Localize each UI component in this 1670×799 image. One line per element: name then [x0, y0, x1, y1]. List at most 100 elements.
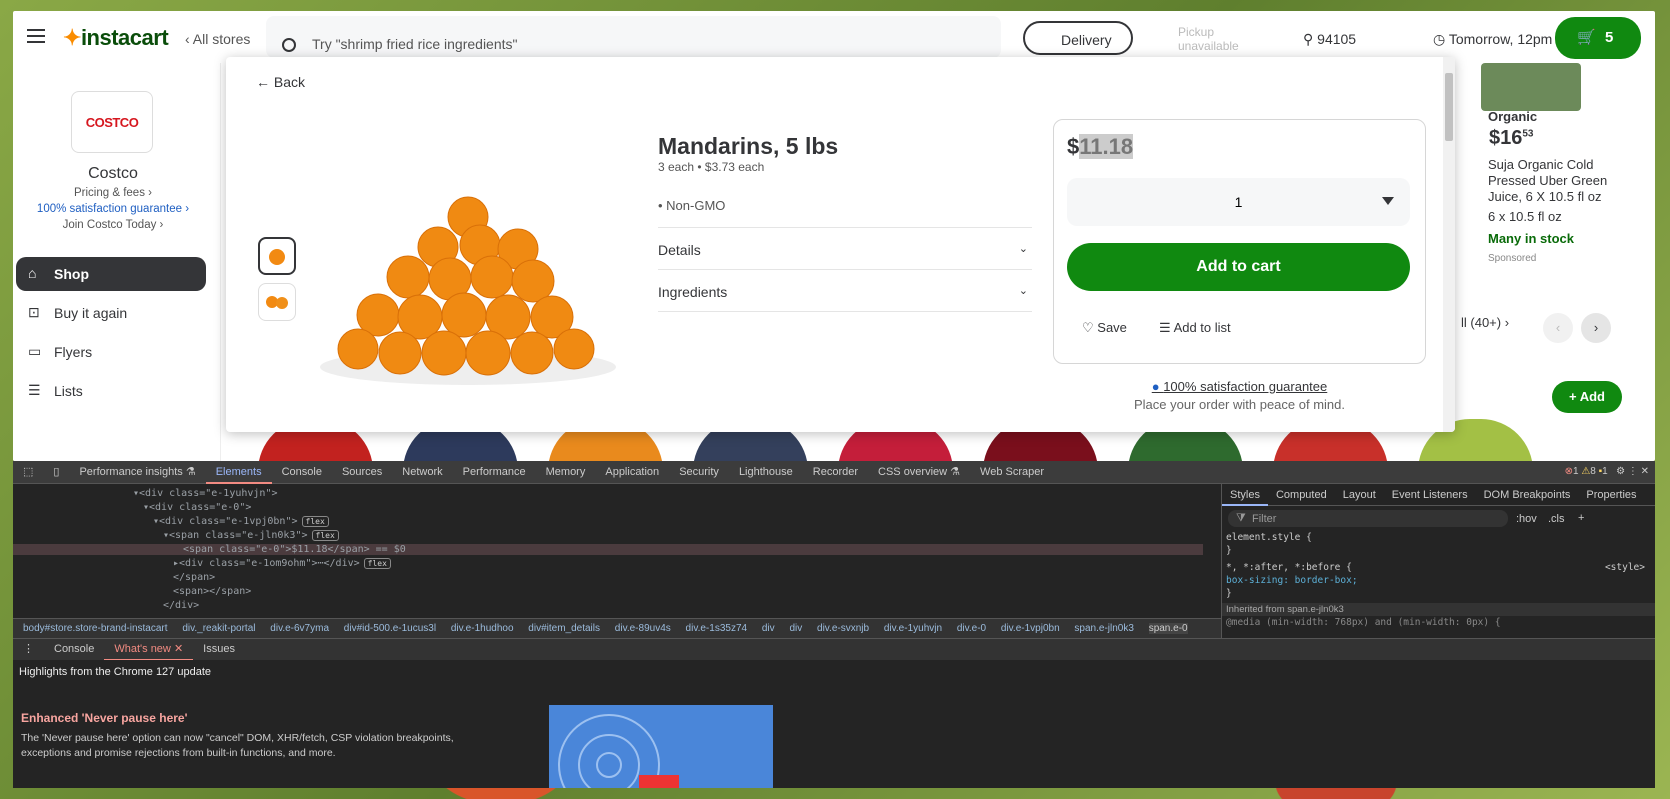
- dom-node[interactable]: <span></span>: [173, 586, 251, 597]
- dom-node[interactable]: ▸<div class="e-1om9ohm">⋯</div> flex: [173, 558, 391, 569]
- join-link[interactable]: Join Costco Today ›: [13, 219, 213, 231]
- feature-title[interactable]: Enhanced 'Never pause here': [21, 711, 187, 725]
- tab-elements[interactable]: Elements: [205, 461, 272, 484]
- dom-node[interactable]: ▾<div class="e-1yuhvjn">: [133, 488, 278, 499]
- hov-toggle[interactable]: :hov: [1516, 513, 1537, 525]
- quantity-select[interactable]: 1: [1067, 178, 1410, 226]
- new-rule-icon[interactable]: +: [1578, 512, 1584, 524]
- device-toggle-icon[interactable]: ▯: [43, 461, 69, 484]
- details-accordion[interactable]: Details ⌄: [658, 227, 1032, 270]
- all-stores-link[interactable]: ‹ All stores: [185, 31, 250, 47]
- breadcrumb-item[interactable]: div#item_details: [528, 623, 600, 634]
- scrollbar-thumb[interactable]: [1445, 73, 1453, 141]
- tab-styles[interactable]: Styles: [1222, 484, 1268, 506]
- tab-application[interactable]: Application: [595, 461, 669, 484]
- dom-node[interactable]: ▾<span class="e-jln0k3"> flex: [163, 530, 339, 541]
- store-logo[interactable]: COSTCO: [71, 91, 153, 153]
- breadcrumb-item-current[interactable]: span.e-0: [1148, 623, 1188, 634]
- breadcrumb-item[interactable]: div._reakit-portal: [182, 623, 255, 634]
- breadcrumb-item[interactable]: body#store.store-brand-instacart: [23, 623, 168, 634]
- pickup-toggle[interactable]: Pickup unavailable: [1148, 25, 1268, 53]
- nav-flyers[interactable]: ▭ Flyers: [16, 335, 206, 369]
- tab-layout[interactable]: Layout: [1335, 489, 1384, 501]
- drawer-tab-issues[interactable]: Issues: [193, 638, 245, 661]
- tab-lighthouse[interactable]: Lighthouse: [729, 461, 803, 484]
- style-declaration[interactable]: box-sizing: border-box;: [1222, 574, 1655, 587]
- menu-icon[interactable]: [27, 29, 45, 43]
- tab-properties[interactable]: Properties: [1578, 489, 1644, 501]
- prev-arrow-icon[interactable]: ‹: [1543, 313, 1573, 343]
- dom-node[interactable]: ▾<div class="e-1vpj0bn"> flex: [153, 516, 329, 527]
- thumbnail-1[interactable]: [258, 237, 296, 275]
- guarantee-link[interactable]: 100% satisfaction guarantee ›: [13, 203, 213, 215]
- inspect-icon[interactable]: ⬚: [13, 461, 43, 484]
- modal-scrollbar[interactable]: [1443, 57, 1455, 432]
- thumbnail-2[interactable]: [258, 283, 296, 321]
- drawer-tab-whats-new[interactable]: What's new ✕: [104, 638, 194, 661]
- next-arrow-icon[interactable]: ›: [1581, 313, 1611, 343]
- drawer-tab-console[interactable]: Console: [44, 638, 104, 661]
- tab-css-overview[interactable]: CSS overview ⚗: [868, 461, 970, 484]
- issue-counters[interactable]: ⊗1 ⚠8 ▪1 ⚙ ⋮ ✕: [1565, 466, 1649, 477]
- styles-filter-input[interactable]: ⧩ Filter: [1228, 510, 1508, 527]
- breadcrumb-item[interactable]: div.e-1hudhoo: [451, 623, 514, 634]
- tab-sources[interactable]: Sources: [332, 461, 392, 484]
- breadcrumb-item[interactable]: div.e-1s35z74: [686, 623, 748, 634]
- breadcrumb-item[interactable]: div.e-svxnjb: [817, 623, 869, 634]
- tab-memory[interactable]: Memory: [536, 461, 596, 484]
- dom-node[interactable]: </div>: [163, 600, 199, 611]
- settings-icon[interactable]: ⚙: [1616, 466, 1625, 477]
- close-icon[interactable]: ✕: [1641, 466, 1649, 477]
- tab-web-scraper[interactable]: Web Scraper: [970, 461, 1054, 484]
- view-all-link[interactable]: ll (40+) ›: [1461, 315, 1509, 330]
- add-button[interactable]: + Add: [1552, 381, 1622, 413]
- breadcrumb-item[interactable]: div.e-1vpj0bn: [1001, 623, 1060, 634]
- tab-recorder[interactable]: Recorder: [803, 461, 868, 484]
- tab-console[interactable]: Console: [272, 461, 332, 484]
- breadcrumb-item[interactable]: div: [789, 623, 802, 634]
- add-to-cart-button[interactable]: Add to cart: [1067, 243, 1410, 291]
- tab-security[interactable]: Security: [669, 461, 729, 484]
- dom-node[interactable]: ▾<div class="e-0">: [143, 502, 251, 513]
- flex-badge[interactable]: flex: [311, 530, 339, 541]
- delivery-time[interactable]: ◷ Tomorrow, 12pm: [1433, 31, 1552, 48]
- satisfaction-guarantee-link[interactable]: ● 100% satisfaction guarantee: [1053, 379, 1426, 394]
- breadcrumb-item[interactable]: div#id-500.e-1ucus3l: [344, 623, 436, 634]
- flex-badge[interactable]: flex: [301, 516, 329, 527]
- rule-source-link[interactable]: <style>: [1605, 561, 1645, 574]
- pricing-link[interactable]: Pricing & fees ›: [13, 187, 213, 199]
- breadcrumb-item[interactable]: div.e-6v7yma: [270, 623, 329, 634]
- search-input[interactable]: Try "shrimp fried rice ingredients": [266, 16, 1001, 58]
- close-tab-icon[interactable]: ✕: [174, 643, 183, 655]
- style-rule-universal[interactable]: *, *:after, *:before {<style>: [1222, 561, 1655, 574]
- breadcrumb-item[interactable]: div.e-89uv4s: [615, 623, 671, 634]
- style-rule-element[interactable]: element.style {: [1222, 531, 1655, 544]
- dom-node[interactable]: </span>: [173, 572, 215, 583]
- cart-button[interactable]: 🛒 5: [1555, 17, 1641, 59]
- more-icon[interactable]: ⋮: [1628, 466, 1638, 477]
- tab-event-listeners[interactable]: Event Listeners: [1384, 489, 1476, 501]
- breadcrumb-item[interactable]: div.e-0: [957, 623, 986, 634]
- nav-shop[interactable]: ⌂ Shop: [16, 257, 206, 291]
- zip-code[interactable]: ⚲ 94105: [1303, 31, 1356, 48]
- tab-computed[interactable]: Computed: [1268, 489, 1335, 501]
- tab-performance[interactable]: Performance: [453, 461, 536, 484]
- cls-toggle[interactable]: .cls: [1548, 513, 1565, 525]
- ingredients-accordion[interactable]: Ingredients ⌄: [658, 269, 1032, 312]
- nav-buy-again[interactable]: ⊡ Buy it again: [16, 296, 206, 330]
- back-button[interactable]: ← Back: [256, 74, 305, 90]
- dom-node-selected[interactable]: <span class="e-0">$11.18</span> == $0: [13, 544, 1203, 555]
- save-button[interactable]: ♡ Save: [1082, 320, 1127, 336]
- breadcrumb-item[interactable]: span.e-jln0k3: [1074, 623, 1133, 634]
- add-to-list-button[interactable]: ☰ Add to list: [1159, 320, 1231, 336]
- breadcrumb-item[interactable]: div: [762, 623, 775, 634]
- drawer-menu-icon[interactable]: ⋮: [13, 638, 44, 661]
- nav-lists[interactable]: ☰ Lists: [16, 374, 206, 408]
- tab-performance-insights[interactable]: Performance insights ⚗: [69, 461, 205, 484]
- instacart-logo[interactable]: ✦instacart: [63, 25, 169, 51]
- delivery-toggle[interactable]: Delivery: [1023, 21, 1133, 55]
- flex-badge[interactable]: flex: [363, 558, 391, 569]
- tab-dom-breakpoints[interactable]: DOM Breakpoints: [1476, 489, 1579, 501]
- tab-network[interactable]: Network: [392, 461, 452, 484]
- breadcrumb-item[interactable]: div.e-1yuhvjn: [884, 623, 942, 634]
